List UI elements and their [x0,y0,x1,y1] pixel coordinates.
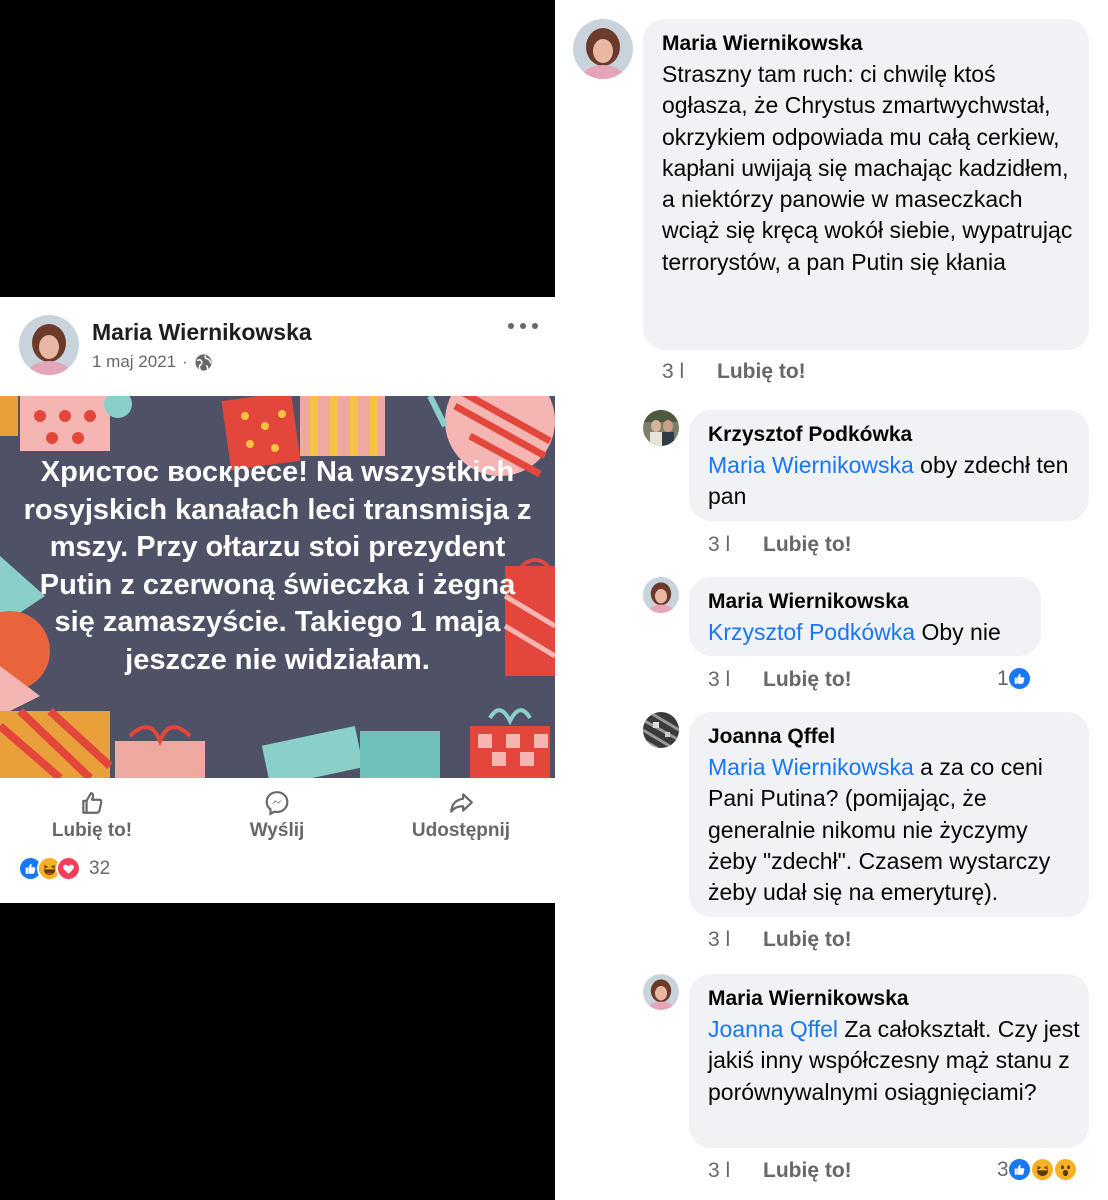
comment-mention[interactable]: Joanna Qffel [708,1016,838,1042]
comment-text: Straszny tam ruch: ci chwilę ktoś ogłasz… [662,61,1073,275]
comment-like-button[interactable]: Lubię to! [763,928,852,952]
comment-time[interactable]: 3 l [708,1159,730,1183]
meta-separator: · [182,352,188,371]
comment-text: Maria Wiernikowska a za co ceni Pani Put… [708,752,1080,908]
comment-mention[interactable]: Maria Wiernikowska [708,754,914,780]
comment-like-button[interactable]: Lubię to! [763,668,852,692]
comment-like-button[interactable]: Lubię to! [763,1159,852,1183]
comment-author[interactable]: Maria Wiernikowska [708,590,909,614]
comment-author[interactable]: Maria Wiernikowska [662,32,863,56]
comment-author[interactable]: Maria Wiernikowska [708,987,909,1011]
messenger-icon [265,791,289,816]
love-icon [56,856,81,881]
comment-like-button[interactable]: Lubię to! [763,533,852,557]
thumbs-up-icon [82,792,103,814]
comment-text: Joanna Qffel Za całokształt. Czy jest ja… [708,1014,1080,1108]
comment-author[interactable]: Krzysztof Podkówka [708,423,912,447]
post-author-avatar[interactable] [19,315,79,375]
post-reactions-summary[interactable]: 32 [18,856,110,881]
post-image-text: Христос воскресе! Na wszystkich rosyjski… [23,456,532,676]
send-button-label: Wyślij [249,820,305,841]
like-icon [1006,1157,1032,1182]
comment-bubble: Maria Wiernikowska Joanna Qffel Za całok… [689,974,1089,1148]
comment-author[interactable]: Joanna Qffel [708,725,835,749]
comment-mention[interactable]: Krzysztof Podkówka [708,619,915,645]
commenter-avatar[interactable] [573,19,633,79]
comment-mention[interactable]: Maria Wiernikowska [708,452,914,478]
commenter-avatar[interactable] [643,577,679,613]
comment-time[interactable]: 3 l [708,533,730,557]
comment-reactions[interactable]: 3 [997,1157,1078,1182]
send-button[interactable]: Wyślij [237,790,317,842]
comment-bubble: Maria Wiernikowska Krzysztof Podkówka Ob… [689,577,1041,656]
like-button-label: Lubię to! [51,820,133,841]
share-button[interactable]: Udostępnij [400,790,522,842]
post-image[interactable]: Христос воскресе! Na wszystkich rosyjski… [0,396,555,778]
post-date[interactable]: 1 maj 2021 [92,352,176,372]
comment-bubble: Maria Wiernikowska Straszny tam ruch: ci… [643,19,1089,350]
comment-time[interactable]: 3 l [662,360,684,384]
comment-body: Oby nie [915,619,1001,645]
haha-icon [1029,1157,1055,1182]
comment-time[interactable]: 3 l [708,668,730,692]
comment-bubble: Joanna Qffel Maria Wiernikowska a za co … [689,712,1089,917]
share-arrow-icon [450,793,473,813]
globe-icon [194,353,213,372]
comment-like-button[interactable]: Lubię to! [717,360,806,384]
reactions-count: 32 [89,857,111,879]
wow-icon [1052,1157,1078,1182]
commenter-avatar[interactable] [643,410,679,446]
comment-text: Maria Wiernikowska oby zdechł ten pan [708,450,1080,513]
post-author-name[interactable]: Maria Wiernikowska [92,319,312,346]
commenter-avatar[interactable] [643,974,679,1010]
comment-bubble: Krzysztof Podkówka Maria Wiernikowska ob… [689,410,1089,521]
like-button[interactable]: Lubię to! [32,790,152,842]
more-options-icon[interactable] [503,314,543,338]
comment-reactions[interactable]: 1 [997,666,1032,691]
share-button-label: Udostępnij [411,820,511,841]
comment-text: Krzysztof Podkówka Oby nie [708,617,1038,648]
comment-time[interactable]: 3 l [708,928,730,952]
commenter-avatar[interactable] [643,712,679,748]
like-icon [1006,666,1032,691]
post-meta: 1 maj 2021 · [92,352,213,372]
